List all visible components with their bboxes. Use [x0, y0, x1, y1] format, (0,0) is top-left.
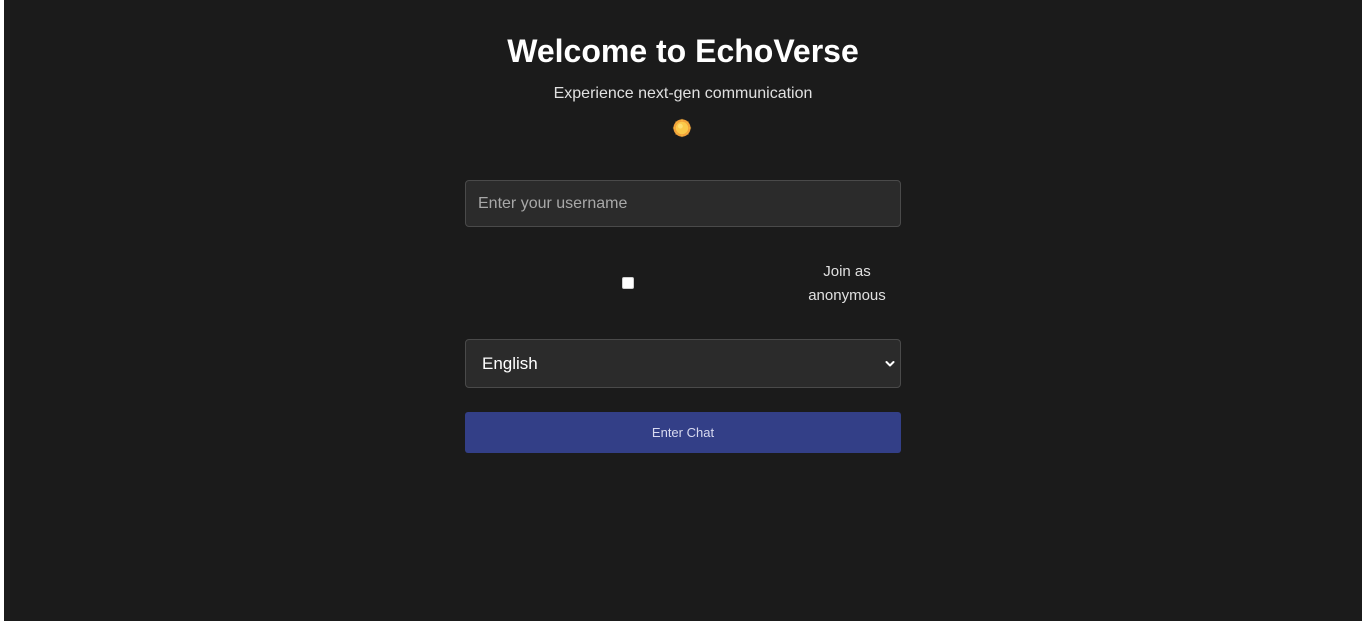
- page-title: Welcome to EchoVerse: [507, 33, 859, 69]
- anonymous-label-line2: anonymous: [808, 287, 886, 304]
- anonymous-checkbox[interactable]: [622, 277, 634, 289]
- app-container: Welcome to EchoVerse Experience next-gen…: [4, 0, 1362, 621]
- sun-icon[interactable]: [672, 118, 692, 138]
- anonymous-label-line1: Join as: [823, 263, 871, 280]
- chevron-down-icon: [884, 357, 896, 369]
- page-subtitle: Experience next-gen communication: [553, 85, 813, 102]
- enter-chat-button[interactable]: Enter Chat: [465, 412, 901, 453]
- language-select[interactable]: English: [465, 339, 901, 388]
- anonymous-label[interactable]: Join as anonymous: [797, 260, 897, 308]
- username-input[interactable]: [465, 180, 901, 227]
- language-selected-value: English: [482, 354, 538, 373]
- anonymous-option: Join as anonymous: [465, 258, 901, 310]
